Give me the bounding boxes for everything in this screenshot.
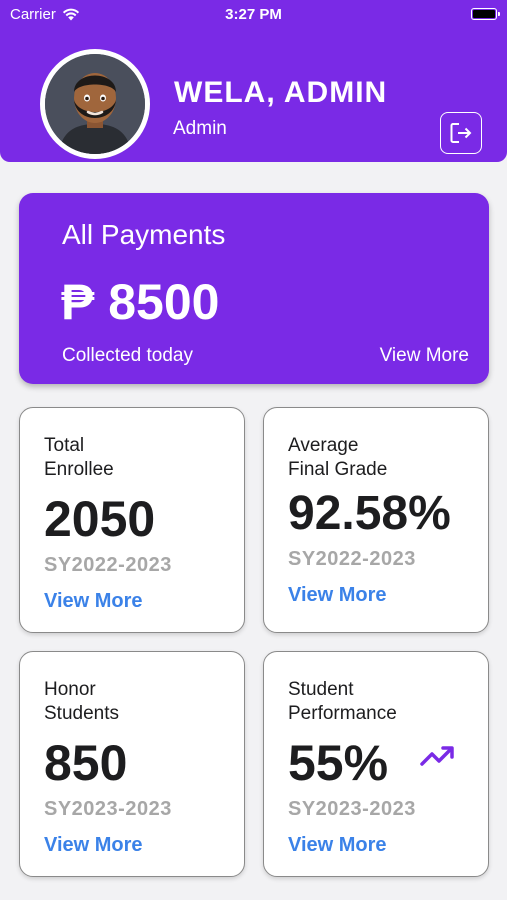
stat-value: 2050 [44, 491, 156, 547]
total-enrollee-card[interactable]: Total Enrollee 2050 SY2022-2023 View Mor… [19, 407, 245, 633]
stat-value: 55% [288, 735, 389, 791]
stat-label: Total Enrollee [44, 435, 114, 480]
total-enrollee-view-more-link[interactable]: View More [44, 590, 143, 613]
stat-school-year: SY2023-2023 [44, 798, 172, 820]
logout-button[interactable] [440, 112, 482, 154]
user-name: WELA, ADMIN [174, 76, 388, 109]
profile-header: Carrier 3:27 PM WELA, ADMIN Admin [0, 0, 507, 162]
stat-label: Student Performance [288, 679, 397, 724]
status-time: 3:27 PM [225, 6, 282, 23]
average-final-grade-view-more-link[interactable]: View More [288, 584, 387, 607]
logout-icon [450, 123, 472, 143]
payments-note: Collected today [62, 345, 193, 366]
honor-students-card[interactable]: Honor Students 850 SY2023-2023 View More [19, 651, 245, 877]
payments-title: All Payments [62, 219, 226, 250]
user-role: Admin [173, 118, 227, 139]
stat-school-year: SY2022-2023 [44, 554, 172, 576]
avatar-image [45, 54, 145, 154]
stat-value: 850 [44, 735, 128, 791]
payments-amount: ₱ 8500 [61, 274, 220, 330]
average-final-grade-card[interactable]: Average Final Grade 92.58% SY2022-2023 V… [263, 407, 489, 633]
honor-students-view-more-link[interactable]: View More [44, 834, 143, 857]
battery-icon [471, 8, 500, 20]
student-performance-card[interactable]: Student Performance 55% SY2023-2023 View… [263, 651, 489, 877]
stat-label: Average Final Grade [288, 435, 388, 480]
status-bar: Carrier 3:27 PM [0, 0, 507, 28]
stat-label: Honor Students [44, 679, 119, 724]
stat-value: 92.58% [288, 487, 451, 540]
payments-card[interactable]: All Payments ₱ 8500 Collected today View… [19, 193, 489, 384]
payments-view-more-link[interactable]: View More [380, 345, 469, 367]
stat-school-year: SY2022-2023 [288, 548, 416, 570]
avatar[interactable] [40, 49, 150, 159]
student-performance-view-more-link[interactable]: View More [288, 834, 387, 857]
stat-school-year: SY2023-2023 [288, 798, 416, 820]
trending-up-icon [420, 746, 454, 766]
